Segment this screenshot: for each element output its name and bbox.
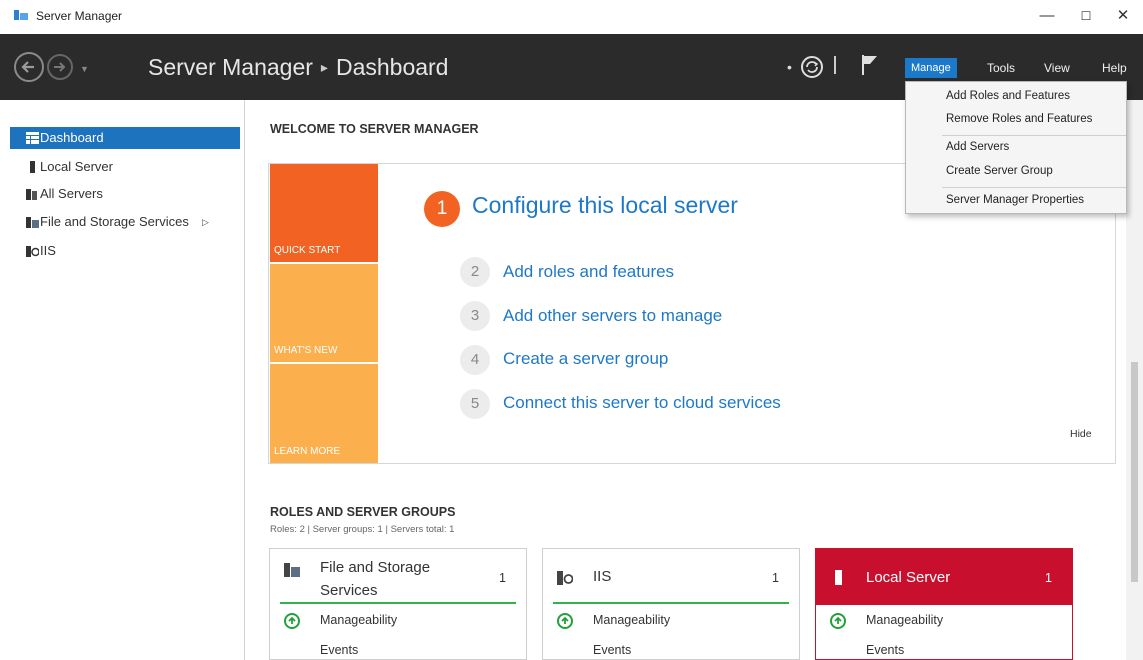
header-divider <box>834 56 836 74</box>
forward-button[interactable] <box>47 54 73 80</box>
role-card-iis[interactable]: IIS 1 Manageability Events <box>542 548 800 660</box>
manageability-link[interactable]: Manageability <box>320 613 397 627</box>
breadcrumb-page: Dashboard <box>335 54 449 80</box>
menu-item-properties[interactable]: Server Manager Properties <box>946 194 1084 206</box>
breadcrumb: Server Manager ▸ Dashboard <box>148 54 448 81</box>
step-number-badge: 2 <box>460 257 490 287</box>
events-link[interactable]: Events <box>320 643 358 657</box>
step-number-badge: 3 <box>460 301 490 331</box>
sidebar-item-label: Dashboard <box>40 130 104 145</box>
tile-label: WHAT'S NEW <box>274 345 338 356</box>
sidebar-item-label: All Servers <box>40 186 103 201</box>
sidebar-item-all-servers[interactable]: All Servers <box>10 183 240 205</box>
add-servers-link[interactable]: Add other servers to manage <box>503 306 722 326</box>
manageability-link[interactable]: Manageability <box>593 613 670 627</box>
storage-icon <box>284 563 300 577</box>
step-number-badge: 1 <box>424 191 460 227</box>
sidebar: Dashboard Local Server All Servers File … <box>0 100 245 660</box>
menu-separator <box>942 135 1126 136</box>
roles-heading: ROLES AND SERVER GROUPS <box>270 505 456 519</box>
tile-label: LEARN MORE <box>274 446 341 457</box>
menu-tools[interactable]: Tools <box>983 58 1019 78</box>
card-header[interactable]: Local Server 1 <box>816 549 1072 605</box>
card-title: File and Storage <box>320 559 431 576</box>
card-header[interactable]: IIS 1 <box>543 549 799 605</box>
sidebar-item-label: File and Storage Services <box>40 214 189 229</box>
status-underline <box>280 602 516 604</box>
window-titlebar: Server Manager — ☐ ✕ <box>0 0 1143 32</box>
roles-summary: Roles: 2 | Server groups: 1 | Servers to… <box>270 524 455 535</box>
menu-separator <box>942 187 1126 188</box>
storage-icon <box>26 217 39 228</box>
window-title: Server Manager <box>36 9 123 23</box>
manage-dropdown-menu: Add Roles and Features Remove Roles and … <box>905 81 1127 214</box>
create-server-group-link[interactable]: Create a server group <box>503 349 668 369</box>
tile-quick-start[interactable]: QUICK START <box>270 164 378 262</box>
connect-cloud-link[interactable]: Connect this server to cloud services <box>503 393 781 413</box>
server-icon <box>835 570 842 585</box>
status-underline <box>553 602 789 604</box>
refresh-dropdown-icon[interactable]: • <box>787 59 792 75</box>
back-button[interactable] <box>14 52 44 82</box>
forward-arrow-icon <box>54 62 66 72</box>
menu-item-create-server-group[interactable]: Create Server Group <box>946 165 1053 177</box>
sidebar-item-local-server[interactable]: Local Server <box>10 156 240 178</box>
tile-learn-more[interactable]: LEARN MORE <box>270 364 378 463</box>
menu-item-remove-roles[interactable]: Remove Roles and Features <box>946 113 1092 125</box>
step-number-badge: 4 <box>460 345 490 375</box>
tile-label: QUICK START <box>274 245 341 256</box>
sidebar-item-label: IIS <box>40 243 56 258</box>
history-dropdown-icon[interactable]: ▼ <box>80 64 89 74</box>
notifications-flag-icon[interactable] <box>859 53 881 77</box>
healthy-status-icon <box>830 613 846 629</box>
scrollbar-thumb[interactable] <box>1131 362 1138 582</box>
card-count: 1 <box>499 571 506 585</box>
refresh-icon[interactable] <box>800 55 824 79</box>
minimize-button[interactable]: — <box>1032 4 1062 28</box>
tile-whats-new[interactable]: WHAT'S NEW <box>270 264 378 362</box>
server-icon <box>30 161 35 173</box>
configure-local-server-link[interactable]: Configure this local server <box>472 192 738 219</box>
menu-manage[interactable]: Manage <box>905 58 957 78</box>
events-link[interactable]: Events <box>866 643 904 657</box>
step-number-badge: 5 <box>460 389 490 419</box>
card-header[interactable]: File and Storage Services 1 <box>270 549 526 605</box>
vertical-scrollbar[interactable] <box>1126 100 1143 660</box>
breadcrumb-separator-icon: ▸ <box>320 59 328 75</box>
menu-view[interactable]: View <box>1040 58 1074 78</box>
welcome-heading: WELCOME TO SERVER MANAGER <box>270 122 479 136</box>
close-button[interactable]: ✕ <box>1108 4 1138 28</box>
servers-icon <box>26 189 37 200</box>
card-count: 1 <box>1045 571 1052 585</box>
healthy-status-icon <box>284 613 300 629</box>
card-title-line2: Services <box>320 582 378 599</box>
expand-arrow-icon[interactable]: ▷ <box>202 211 209 233</box>
card-count: 1 <box>772 571 779 585</box>
sidebar-item-iis[interactable]: IIS <box>10 240 240 262</box>
iis-icon <box>557 571 573 585</box>
iis-icon <box>26 246 39 257</box>
breadcrumb-app: Server Manager <box>148 54 313 80</box>
role-card-local-server[interactable]: Local Server 1 Manageability Events <box>815 548 1073 660</box>
menu-item-add-servers[interactable]: Add Servers <box>946 141 1009 153</box>
menu-item-add-roles[interactable]: Add Roles and Features <box>946 90 1070 102</box>
dashboard-icon <box>26 132 39 144</box>
sidebar-item-file-storage[interactable]: File and Storage Services ▷ <box>10 211 240 233</box>
card-title: Local Server <box>866 569 951 586</box>
manageability-link[interactable]: Manageability <box>866 613 943 627</box>
hide-link[interactable]: Hide <box>1070 428 1092 440</box>
sidebar-item-label: Local Server <box>40 159 113 174</box>
add-roles-link[interactable]: Add roles and features <box>503 262 674 282</box>
maximize-button[interactable]: ☐ <box>1071 4 1101 28</box>
events-link[interactable]: Events <box>593 643 631 657</box>
healthy-status-icon <box>557 613 573 629</box>
server-manager-app-icon <box>14 10 28 20</box>
back-arrow-icon <box>21 61 34 73</box>
sidebar-item-dashboard[interactable]: Dashboard <box>10 127 240 149</box>
menu-help[interactable]: Help <box>1098 58 1131 78</box>
role-card-file-storage[interactable]: File and Storage Services 1 Manageabilit… <box>269 548 527 660</box>
card-title: IIS <box>593 568 612 585</box>
